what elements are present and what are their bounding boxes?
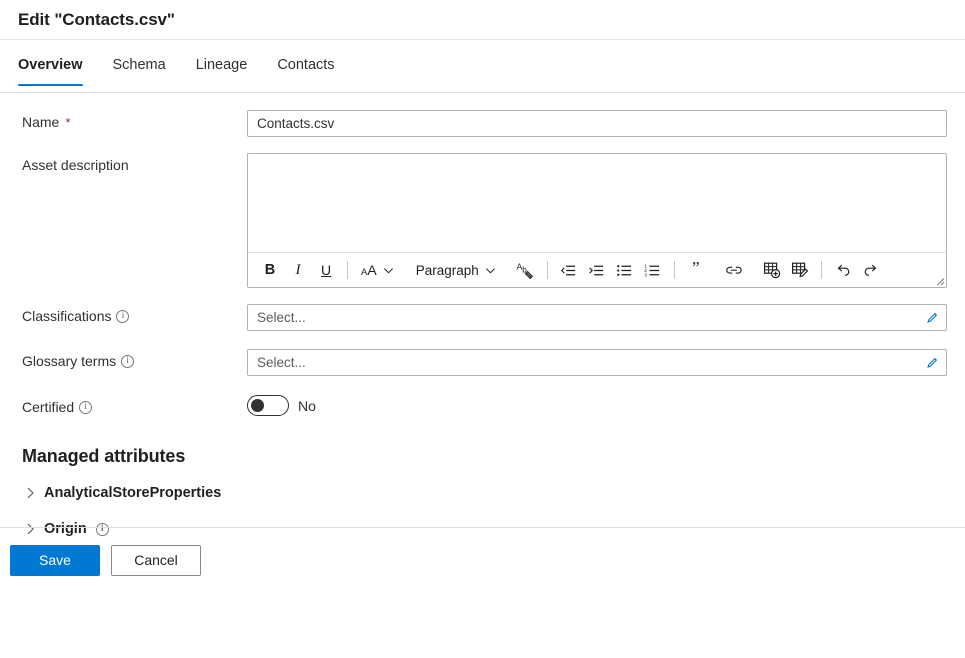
managed-attribute-label: AnalyticalStoreProperties [44, 485, 221, 501]
managed-attribute-analyticalstoreproperties[interactable]: AnalyticalStoreProperties [0, 485, 965, 501]
info-icon[interactable]: i [79, 401, 92, 414]
classifications-placeholder: Select... [257, 310, 924, 325]
field-row-glossary-terms: Glossary terms i Select... [0, 349, 965, 376]
rich-text-editor: B I U AA [247, 153, 947, 288]
font-size-button[interactable]: AA [355, 257, 400, 283]
certified-control: No [247, 395, 965, 416]
rich-text-toolbar: B I U AA [248, 252, 946, 287]
asset-description-label-group: Asset description [22, 153, 247, 173]
tab-lineage[interactable]: Lineage [196, 40, 248, 92]
asset-description-textarea[interactable] [248, 154, 946, 252]
tab-overview[interactable]: Overview [18, 40, 83, 92]
page-title: Edit "Contacts.csv" [18, 10, 175, 30]
name-label: Name [22, 114, 59, 130]
glossary-terms-placeholder: Select... [257, 355, 924, 370]
classifications-control: Select... [247, 304, 965, 331]
toggle-knob [251, 399, 264, 412]
field-row-name: Name * [0, 110, 965, 137]
insert-table-button[interactable] [758, 257, 786, 283]
info-icon[interactable]: i [121, 355, 134, 368]
certified-state-label: No [298, 398, 316, 414]
clear-formatting-button[interactable]: A b [512, 257, 540, 283]
quote-icon: ” [692, 259, 700, 276]
insert-table-icon [763, 261, 781, 279]
resize-handle[interactable] [933, 274, 945, 286]
asset-description-control: B I U AA [247, 153, 965, 288]
chevron-down-icon [383, 265, 394, 276]
field-row-certified: Certified i No [0, 395, 965, 416]
toolbar-separator-2 [547, 261, 548, 279]
name-control [247, 110, 965, 137]
link-icon [725, 261, 743, 279]
glossary-terms-control: Select... [247, 349, 965, 376]
tab-lineage-label: Lineage [196, 57, 248, 73]
asset-description-label: Asset description [22, 157, 129, 173]
edit-table-icon [791, 261, 809, 279]
toolbar-separator-1 [347, 261, 348, 279]
glossary-terms-select[interactable]: Select... [247, 349, 947, 376]
classifications-select[interactable]: Select... [247, 304, 947, 331]
paragraph-style-label: Paragraph [416, 263, 479, 278]
field-row-classifications: Classifications i Select... [0, 304, 965, 331]
tab-schema[interactable]: Schema [113, 40, 166, 92]
bold-icon: B [265, 262, 275, 278]
bulleted-list-icon [616, 262, 633, 279]
paragraph-style-button[interactable]: Paragraph [410, 257, 502, 283]
blockquote-button[interactable]: ” [682, 257, 710, 283]
certified-toggle[interactable] [247, 395, 289, 416]
info-icon[interactable]: i [116, 310, 129, 323]
edit-table-button[interactable] [786, 257, 814, 283]
insert-link-button[interactable] [720, 257, 748, 283]
name-input[interactable] [247, 110, 947, 137]
toolbar-separator-3 [674, 261, 675, 279]
decrease-indent-button[interactable] [555, 257, 583, 283]
undo-icon [834, 261, 852, 279]
classifications-label: Classifications [22, 308, 111, 324]
required-asterisk: * [65, 116, 70, 129]
clear-formatting-icon: A b [516, 261, 535, 280]
tab-schema-label: Schema [113, 57, 166, 73]
redo-button[interactable] [857, 257, 885, 283]
tab-contacts[interactable]: Contacts [277, 40, 334, 92]
classifications-label-group: Classifications i [22, 304, 247, 324]
tab-bar: Overview Schema Lineage Contacts [0, 40, 965, 93]
numbered-list-button[interactable]: 1 2 3 [639, 257, 667, 283]
cancel-button[interactable]: Cancel [111, 545, 201, 576]
certified-toggle-wrap: No [247, 395, 947, 416]
underline-button[interactable]: U [312, 257, 340, 283]
managed-attributes-title: Managed attributes [0, 446, 965, 467]
footer-actions: Save Cancel [0, 527, 965, 592]
chevron-right-icon [25, 487, 35, 499]
certified-label-group: Certified i [22, 395, 247, 415]
bold-button[interactable]: B [256, 257, 284, 283]
outdent-icon [560, 262, 577, 279]
increase-indent-button[interactable] [583, 257, 611, 283]
redo-icon [862, 261, 880, 279]
edit-pencil-icon[interactable] [924, 310, 940, 326]
certified-label: Certified [22, 399, 74, 415]
toolbar-separator-4 [821, 261, 822, 279]
glossary-terms-label: Glossary terms [22, 353, 116, 369]
undo-button[interactable] [829, 257, 857, 283]
edit-pencil-icon[interactable] [924, 355, 940, 371]
italic-button[interactable]: I [284, 257, 312, 283]
glossary-terms-label-group: Glossary terms i [22, 349, 247, 369]
italic-icon: I [296, 262, 301, 279]
name-label-group: Name * [22, 110, 247, 130]
underline-icon: U [321, 262, 331, 278]
page-header: Edit "Contacts.csv" [0, 0, 965, 40]
chevron-down-icon [485, 265, 496, 276]
field-row-asset-description: Asset description B I U [0, 153, 965, 288]
font-size-icon: AA [361, 262, 377, 278]
bulleted-list-button[interactable] [611, 257, 639, 283]
save-button[interactable]: Save [10, 545, 100, 576]
tab-overview-label: Overview [18, 57, 83, 73]
overview-form: Name * Asset description B I [0, 93, 965, 592]
tab-contacts-label: Contacts [277, 57, 334, 73]
svg-text:3: 3 [645, 272, 648, 278]
numbered-list-icon: 1 2 3 [644, 262, 661, 279]
indent-icon [588, 262, 605, 279]
